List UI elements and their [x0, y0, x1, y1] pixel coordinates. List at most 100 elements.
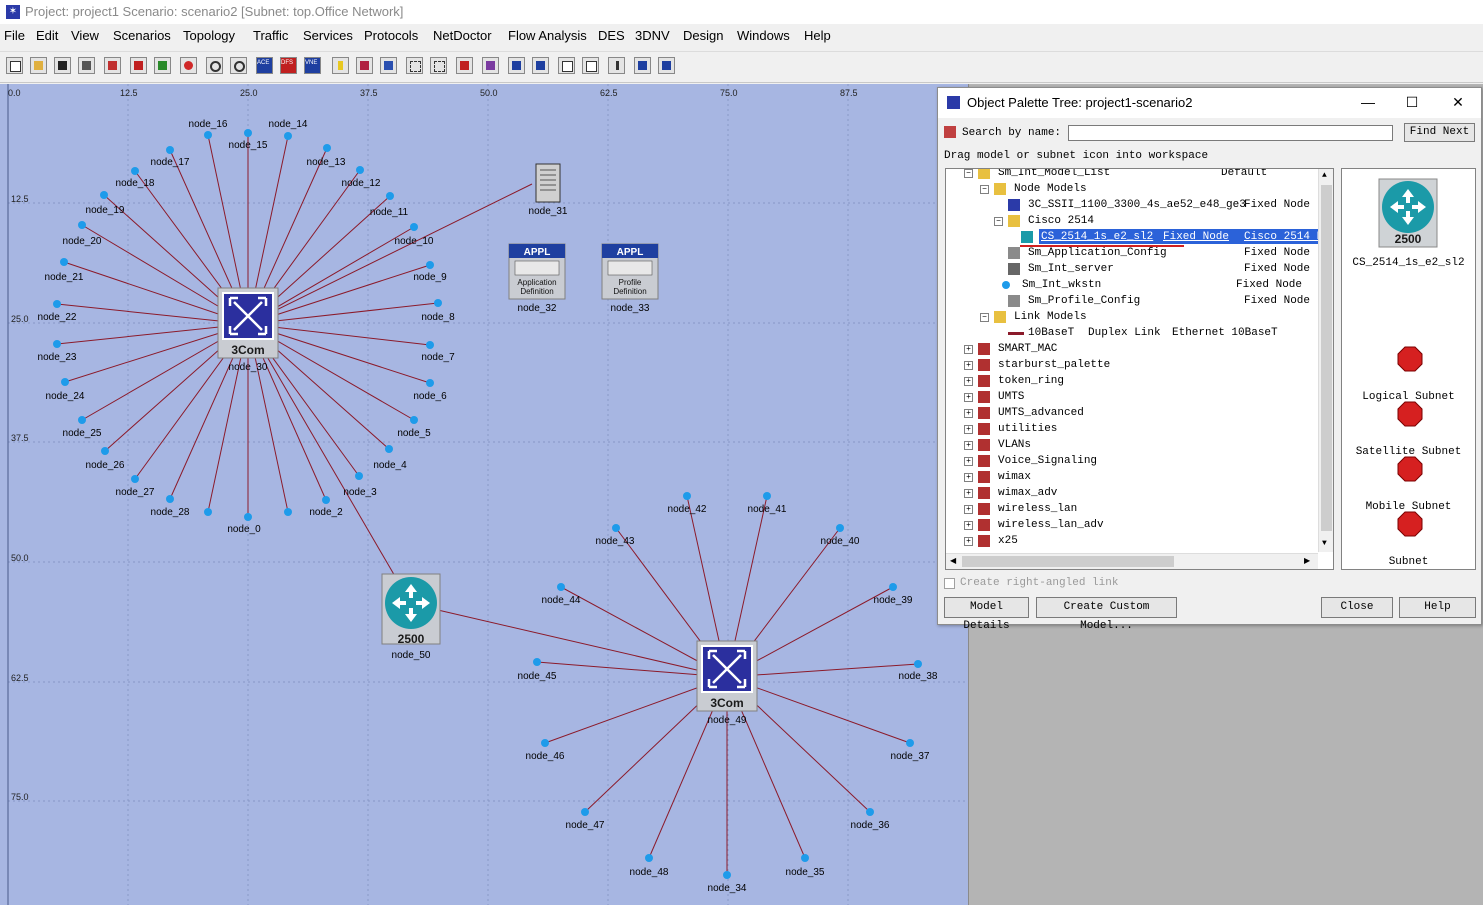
analysis-icon[interactable] — [482, 57, 499, 74]
workstation-node[interactable] — [763, 492, 771, 500]
dfs-icon[interactable]: DFS — [280, 57, 297, 74]
expand-icon[interactable]: + — [964, 505, 973, 514]
ace-icon[interactable]: ACE — [256, 57, 273, 74]
workstation-node[interactable] — [244, 513, 252, 521]
workstation-node[interactable] — [78, 416, 86, 424]
ipv6-b-icon[interactable] — [658, 57, 675, 74]
tree-row[interactable]: + VLANs — [946, 437, 1316, 453]
tree-row[interactable]: Sm_Int_wkstn Fixed Node — [946, 277, 1316, 293]
tree-row[interactable]: + UMTS — [946, 389, 1316, 405]
tree-row[interactable]: + wimax — [946, 469, 1316, 485]
close-icon[interactable]: ✕ — [1448, 94, 1468, 111]
workstation-node[interactable] — [410, 416, 418, 424]
workstation-node[interactable] — [204, 508, 212, 516]
link[interactable] — [411, 603, 728, 678]
scroll-left-icon[interactable]: ◀ — [950, 556, 956, 566]
workstation-node[interactable] — [323, 144, 331, 152]
expand-icon[interactable]: + — [964, 457, 973, 466]
menu-windows[interactable]: Windows — [737, 28, 790, 43]
tree-row[interactable]: − Node Models — [946, 181, 1316, 197]
create-custom-model-button[interactable]: Create Custom Model... — [1036, 597, 1177, 632]
help-button[interactable]: Help — [1399, 597, 1476, 618]
tree-row[interactable]: 10BaseT Duplex Link Ethernet 10BaseT — [946, 325, 1316, 341]
save-icon[interactable] — [54, 57, 71, 74]
tree-horizontal-scrollbar[interactable]: ◀ ▶ — [946, 553, 1318, 569]
tree-row[interactable]: + wireless_lan_adv — [946, 517, 1316, 533]
menu-design[interactable]: Design — [683, 28, 723, 43]
workstation-node[interactable] — [541, 739, 549, 747]
topology-icon[interactable] — [130, 57, 147, 74]
workstation-node[interactable] — [906, 739, 914, 747]
link[interactable] — [247, 183, 533, 325]
workstation-node[interactable] — [386, 192, 394, 200]
tree-row[interactable]: CS_2514_1s_e2_sl2 Fixed Node Cisco 2514 R — [946, 229, 1323, 247]
results-icon[interactable] — [532, 57, 549, 74]
mobile-subnet-icon[interactable] — [1397, 456, 1423, 482]
expand-icon[interactable]: + — [964, 425, 973, 434]
expand-icon[interactable]: + — [964, 377, 973, 386]
tree-row[interactable]: Sm_Int_server Fixed Node — [946, 261, 1316, 277]
workstation-node[interactable] — [723, 871, 731, 879]
workstation-node[interactable] — [356, 166, 364, 174]
workstation-node[interactable] — [166, 146, 174, 154]
collapse-icon[interactable]: − — [964, 169, 973, 178]
workstation-node[interactable] — [284, 508, 292, 516]
menu-flow-analysis[interactable]: Flow Analysis — [508, 28, 587, 43]
tree-row[interactable]: + utilities — [946, 421, 1316, 437]
print-icon[interactable] — [78, 57, 95, 74]
expand-icon[interactable]: + — [964, 361, 973, 370]
scroll-down-icon[interactable]: ▼ — [1322, 539, 1327, 548]
tree-row[interactable]: + UMTS_advanced — [946, 405, 1316, 421]
zoom-out-icon[interactable] — [230, 57, 247, 74]
collapse-icon[interactable]: − — [980, 313, 989, 322]
expand-icon[interactable]: + — [964, 521, 973, 530]
menu-file[interactable]: File — [4, 28, 25, 43]
maximize-icon[interactable]: ☐ — [1402, 94, 1422, 111]
open-icon[interactable] — [30, 57, 47, 74]
workstation-node[interactable] — [612, 524, 620, 532]
random-icon[interactable] — [104, 57, 121, 74]
application-definition-node-32[interactable]: APPL ApplicationDefinition node_32 — [508, 243, 566, 314]
deselect-icon[interactable] — [430, 57, 447, 74]
scroll-right-icon[interactable]: ▶ — [1304, 556, 1310, 566]
expand-icon[interactable]: + — [964, 473, 973, 482]
scroll-thumb[interactable] — [1321, 185, 1332, 531]
tree-row[interactable]: − Sm_Int_Model_List Default — [946, 169, 1316, 181]
menu-view[interactable]: View — [71, 28, 99, 43]
menu-netdoctor[interactable]: NetDoctor — [433, 28, 492, 43]
expand-icon[interactable]: + — [964, 409, 973, 418]
workstation-node[interactable] — [244, 129, 252, 137]
workstation-node[interactable] — [683, 492, 691, 500]
tree-row[interactable]: + Voice_Signaling — [946, 453, 1316, 469]
workstation-node[interactable] — [426, 261, 434, 269]
workspace-canvas[interactable]: 0.0 12.5 25.0 37.5 50.0 62.5 75.0 87.5 12.5 25.0 3… — [0, 84, 968, 905]
expand-icon[interactable]: + — [964, 393, 973, 402]
workstation-node[interactable] — [355, 472, 363, 480]
tree-vertical-scrollbar[interactable]: ▲ ▼ — [1318, 169, 1333, 552]
menu-des[interactable]: DES — [598, 28, 625, 43]
workstation-node[interactable] — [836, 524, 844, 532]
zoom-in-icon[interactable] — [206, 57, 223, 74]
expand-icon[interactable]: + — [964, 537, 973, 546]
minimize-icon[interactable]: — — [1358, 94, 1378, 110]
new-project-icon[interactable] — [6, 57, 23, 74]
expand-icon[interactable]: + — [964, 441, 973, 450]
failure-icon[interactable] — [180, 57, 197, 74]
workstation-node[interactable] — [101, 447, 109, 455]
model-details-button[interactable]: Model Details — [944, 597, 1029, 632]
workstation-node[interactable] — [166, 495, 174, 503]
mountain-icon[interactable] — [380, 57, 397, 74]
workstation-node[interactable] — [100, 191, 108, 199]
collapse-icon[interactable]: − — [994, 217, 1003, 226]
workstation-node[interactable] — [60, 258, 68, 266]
scroll-up-icon[interactable]: ▲ — [1322, 171, 1327, 180]
tree-row[interactable]: Sm_Application_Config Fixed Node — [946, 245, 1316, 261]
vne-icon[interactable]: VNE — [304, 57, 321, 74]
workstation-node[interactable] — [801, 854, 809, 862]
ipv6-a-icon[interactable] — [634, 57, 651, 74]
find-next-button[interactable]: Find Next — [1404, 123, 1475, 142]
lightning-icon[interactable] — [456, 57, 473, 74]
workstation-node[interactable] — [914, 660, 922, 668]
router-node-50[interactable]: 2500 node_50 — [381, 573, 441, 661]
log-icon[interactable] — [608, 57, 625, 74]
